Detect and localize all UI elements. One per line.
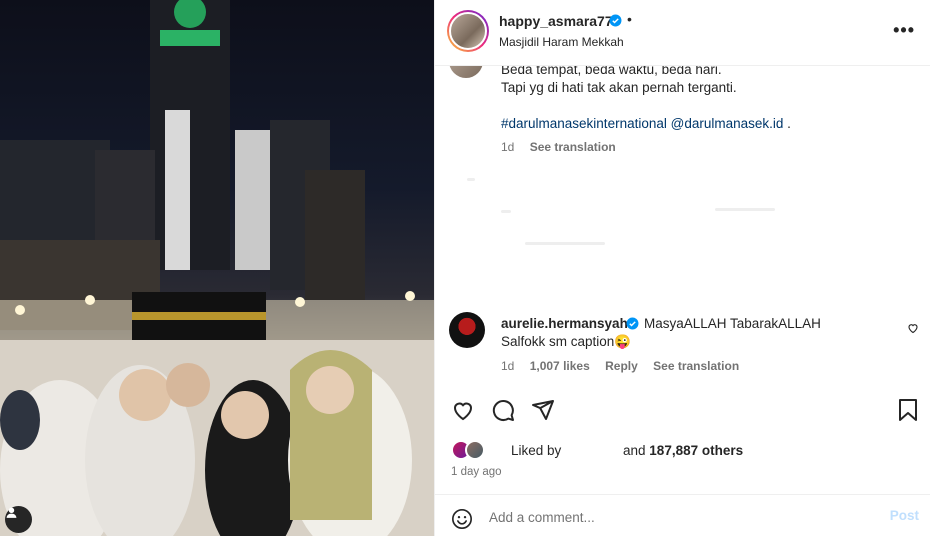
- caption-trailing: .: [787, 116, 791, 131]
- comment-see-translation[interactable]: See translation: [653, 359, 739, 373]
- mecca-scene-illustration: [0, 0, 434, 536]
- comment-reply-button[interactable]: Reply: [605, 359, 638, 373]
- caption-see-translation[interactable]: See translation: [530, 140, 616, 154]
- comments-list[interactable]: Beda tempat, beda waktu, beda hari. Tapi…: [435, 66, 930, 390]
- winking-tongue-emoji: 😜: [614, 334, 632, 349]
- post-actions-bar: [435, 394, 930, 432]
- post-timestamp[interactable]: 1 day ago: [451, 466, 502, 478]
- caption-line-2: Tapi yg di hati tak akan pernah terganti…: [501, 80, 737, 95]
- liked-and-label: and: [623, 443, 646, 458]
- commenter-username[interactable]: aurelie.hermansyah: [501, 316, 628, 331]
- caption-line-1: Beda tempat, beda waktu, beda hari.: [501, 66, 722, 77]
- liked-others[interactable]: and 187,887 others: [623, 443, 743, 458]
- post-header: happy_asmara77 • Masjidil Haram Mekkah •…: [435, 0, 930, 66]
- comment-like-heart-icon[interactable]: [907, 322, 919, 334]
- comment-text-line-2: Salfokk sm caption😜: [501, 334, 631, 350]
- liked-by-label: Liked by: [511, 443, 562, 458]
- user-icon: [6, 507, 17, 518]
- comment-text: Salfokk sm caption: [501, 334, 615, 349]
- likes-summary[interactable]: Liked by and 187,887 others: [451, 440, 930, 462]
- caption-tags: #darulmanasekinternational @darulmanasek…: [501, 116, 791, 131]
- comment-time[interactable]: 1d: [501, 359, 514, 373]
- comment-likes[interactable]: 1,007 likes: [530, 359, 590, 373]
- header-separator: •: [627, 11, 632, 27]
- comment-text-line-1: MasyaALLAH TabarakALLAH: [644, 316, 821, 331]
- faded-placeholder: [467, 178, 475, 181]
- tagged-users-button[interactable]: [5, 506, 32, 533]
- location-link[interactable]: Masjidil Haram Mekkah: [499, 35, 624, 49]
- comment-meta: 1d 1,007 likes Reply See translation: [501, 359, 739, 373]
- emoji-smile-icon[interactable]: [451, 508, 473, 530]
- post-comment-button[interactable]: Post: [890, 508, 919, 523]
- more-options-icon[interactable]: •••: [893, 20, 915, 41]
- like-heart-icon[interactable]: [451, 398, 475, 422]
- save-bookmark-icon[interactable]: [897, 398, 919, 422]
- faded-placeholder: [501, 210, 511, 213]
- comment-bubble-icon[interactable]: [491, 398, 515, 422]
- comment-input[interactable]: [489, 507, 869, 527]
- verified-badge-icon: [609, 14, 622, 27]
- verified-badge-icon: [626, 317, 639, 330]
- faded-placeholder: [525, 242, 605, 245]
- post-photo[interactable]: [0, 0, 434, 536]
- caption-time[interactable]: 1d: [501, 140, 514, 154]
- mention-link[interactable]: @darulmanasek.id: [671, 116, 784, 131]
- commenter-avatar[interactable]: [449, 312, 485, 348]
- author-avatar[interactable]: [447, 10, 489, 52]
- author-username[interactable]: happy_asmara77: [499, 13, 613, 29]
- hashtag-link[interactable]: #darulmanasekinternational: [501, 116, 667, 131]
- liker-avatar[interactable]: [465, 440, 485, 460]
- faded-placeholder: [715, 208, 775, 211]
- add-comment-bar: Post: [435, 494, 930, 536]
- post-side-panel: happy_asmara77 • Masjidil Haram Mekkah •…: [434, 0, 930, 536]
- liked-others-count[interactable]: 187,887 others: [649, 443, 743, 458]
- caption-avatar[interactable]: [449, 66, 483, 78]
- share-send-icon[interactable]: [531, 398, 555, 422]
- caption-meta: 1d See translation: [501, 140, 616, 154]
